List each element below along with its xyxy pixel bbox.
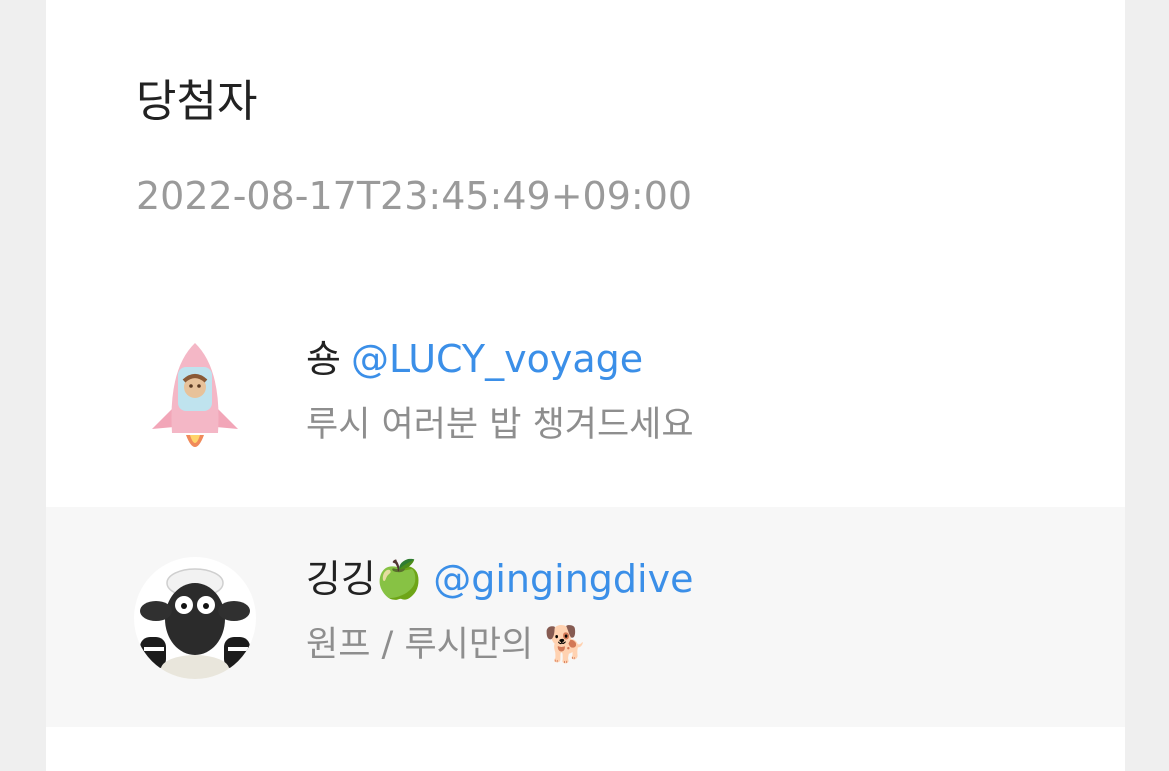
rocket-icon[interactable] (134, 337, 256, 459)
winner-name-line: 깅깅🍏 @gingingdive (306, 555, 693, 603)
winner-text: 숑 @LUCY_voyage 루시 여러분 밥 챙겨드세요 (306, 335, 694, 447)
page-title: 당첨자 (136, 76, 258, 127)
winner-message: 원프 / 루시만의 🐕 (306, 625, 588, 665)
rocket-avatar-image (134, 337, 256, 459)
winners-card: 당첨자 2022-08-17T23:45:49+09:00 숑 @LUCY_vo… (46, 0, 1125, 771)
winner-name-line: 숑 @LUCY_voyage (306, 335, 694, 383)
winner-list: 숑 @LUCY_voyage 루시 여러분 밥 챙겨드세요 깅깅🍏 @gingi… (46, 287, 1125, 727)
winner-handle-link[interactable]: @gingingdive (433, 557, 693, 601)
winner-row[interactable]: 숑 @LUCY_voyage 루시 여러분 밥 챙겨드세요 (46, 287, 1125, 507)
winner-text: 깅깅🍏 @gingingdive 원프 / 루시만의 🐕 (306, 555, 693, 667)
winner-message: 루시 여러분 밥 챙겨드세요 (306, 405, 694, 445)
winner-row[interactable]: 깅깅🍏 @gingingdive 원프 / 루시만의 🐕 (46, 507, 1125, 727)
timestamp: 2022-08-17T23:45:49+09:00 (136, 174, 693, 218)
winner-name: 깅깅🍏 (306, 557, 424, 601)
card-header: 당첨자 2022-08-17T23:45:49+09:00 (136, 70, 692, 218)
sheep-avatar-image (134, 557, 256, 679)
card-bottom-area (46, 736, 1125, 771)
winner-name: 숑 (306, 337, 341, 381)
sheep-icon[interactable] (134, 557, 256, 679)
winner-handle-link[interactable]: @LUCY_voyage (351, 337, 643, 381)
